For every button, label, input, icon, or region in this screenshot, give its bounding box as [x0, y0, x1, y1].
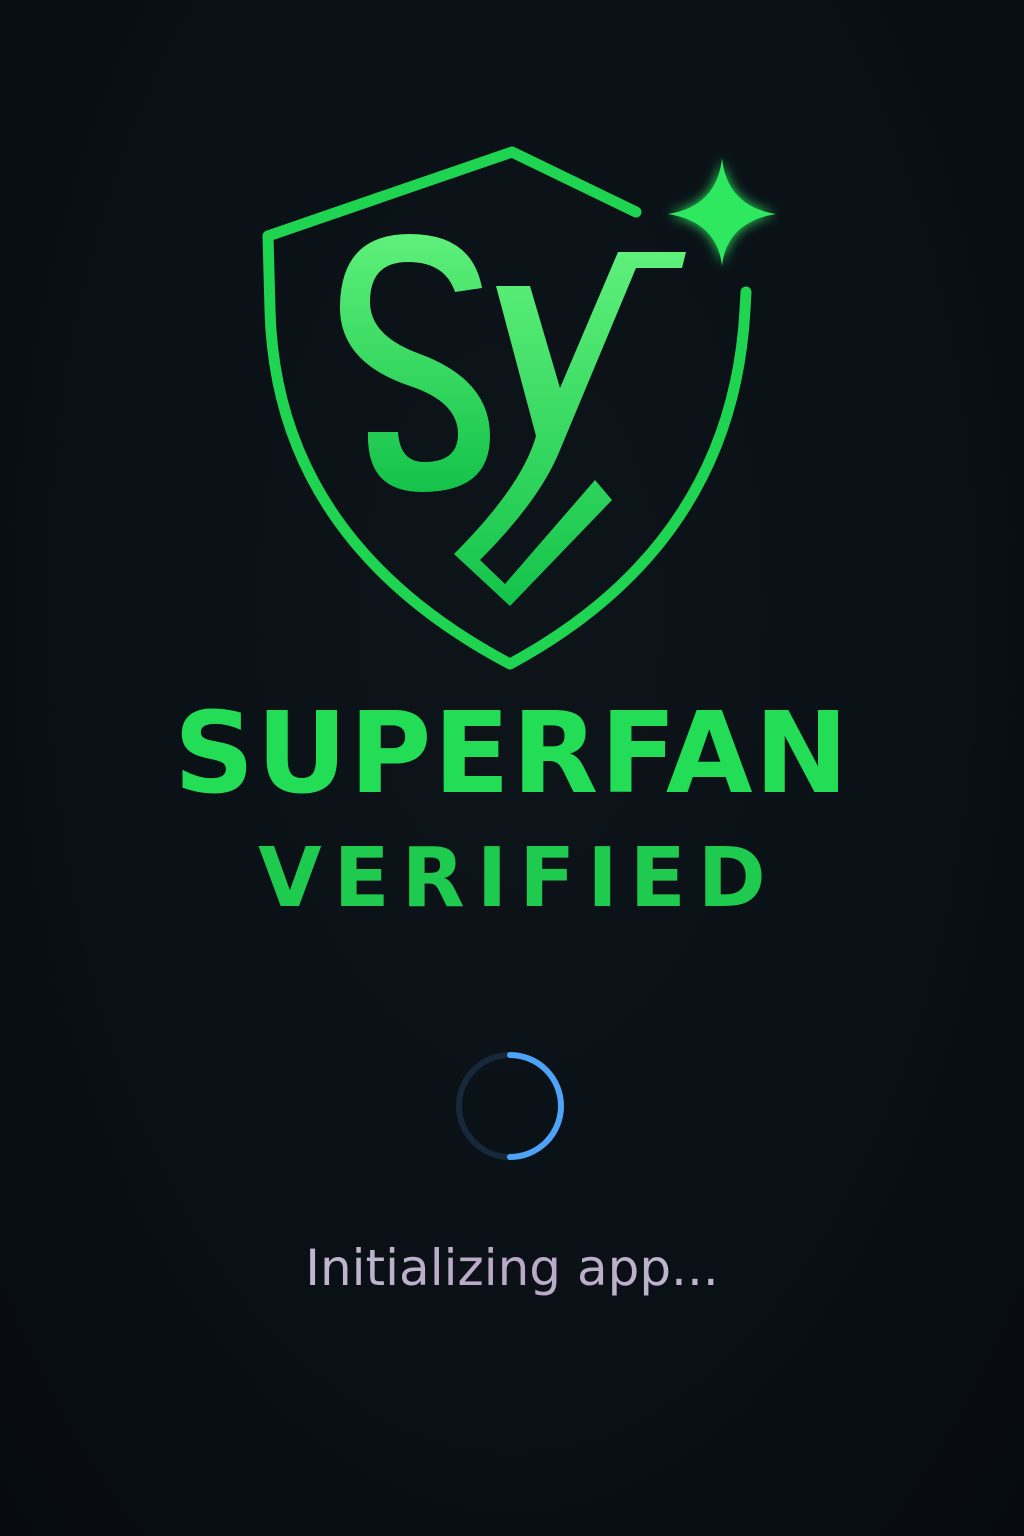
loading-status-text: Initializing app... [0, 1238, 1024, 1298]
app-title-superfan: SUPERFAN [173, 689, 851, 819]
shield-sy-logo [240, 140, 800, 680]
sparkle-star-icon [668, 158, 776, 266]
splash-screen: SUPERFAN VERIFIED Initializing app... [0, 0, 1024, 1536]
loading-spinner-icon [452, 1048, 568, 1164]
app-title-verified: VERIFIED [258, 831, 778, 926]
letter-s-icon [339, 234, 490, 492]
